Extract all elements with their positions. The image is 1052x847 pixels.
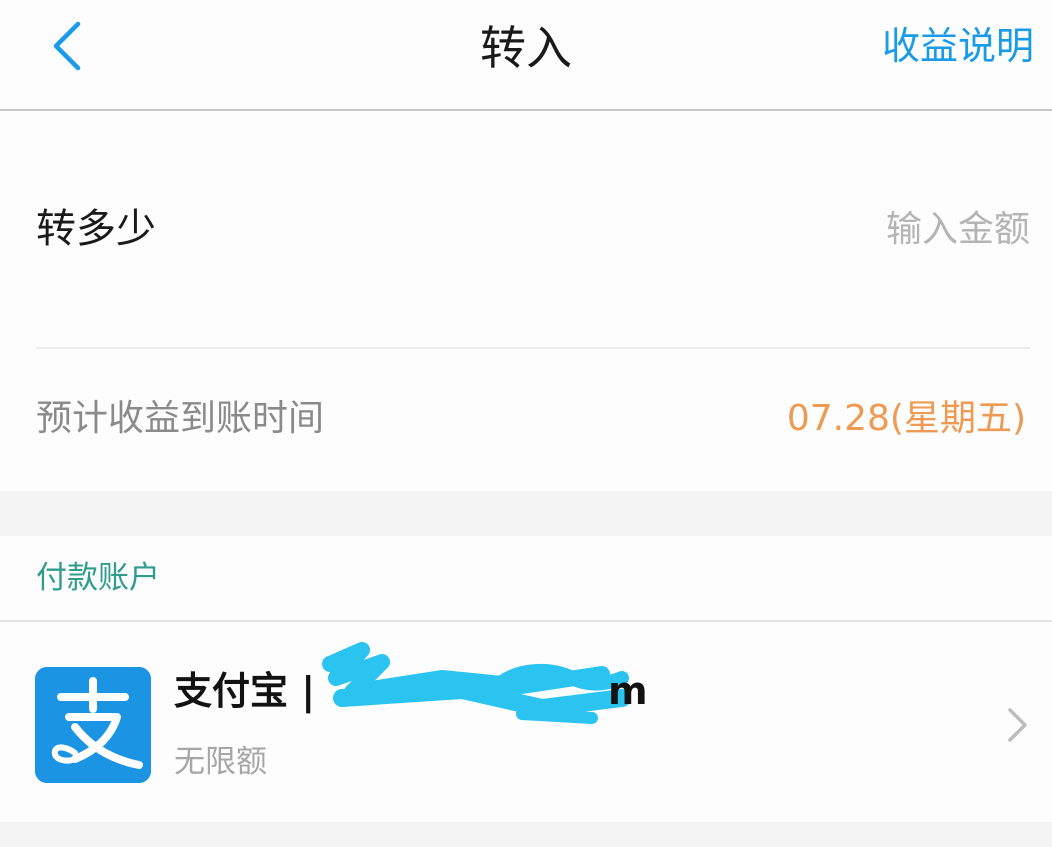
amount-input[interactable]	[670, 201, 1030, 257]
eta-label: 预计收益到账时间	[36, 398, 325, 439]
account-name: 支付宝 |	[174, 664, 315, 718]
alipay-logo-icon	[35, 667, 151, 783]
account-suffix: m	[608, 669, 648, 713]
chevron-right-icon	[1008, 708, 1027, 742]
transfer-form-card: 转多少 预计收益到账时间 07.28(星期五)	[0, 111, 1052, 491]
chevron-left-icon[interactable]	[46, 20, 90, 72]
divider	[36, 347, 1030, 349]
earnings-info-link[interactable]: 收益说明	[882, 0, 1034, 92]
payment-account-row[interactable]: 支付宝 | m 无限额	[0, 622, 1052, 822]
account-separator: |	[301, 669, 316, 713]
amount-label: 转多少	[36, 206, 156, 252]
payment-account-header: 付款账户	[0, 536, 1052, 622]
account-limit: 无限额	[174, 744, 267, 780]
account-provider: 支付宝	[174, 669, 289, 713]
eta-value: 07.28(星期五)	[786, 398, 1026, 439]
section-title: 付款账户	[36, 560, 160, 596]
nav-bar: 转入 收益说明	[0, 0, 1052, 111]
